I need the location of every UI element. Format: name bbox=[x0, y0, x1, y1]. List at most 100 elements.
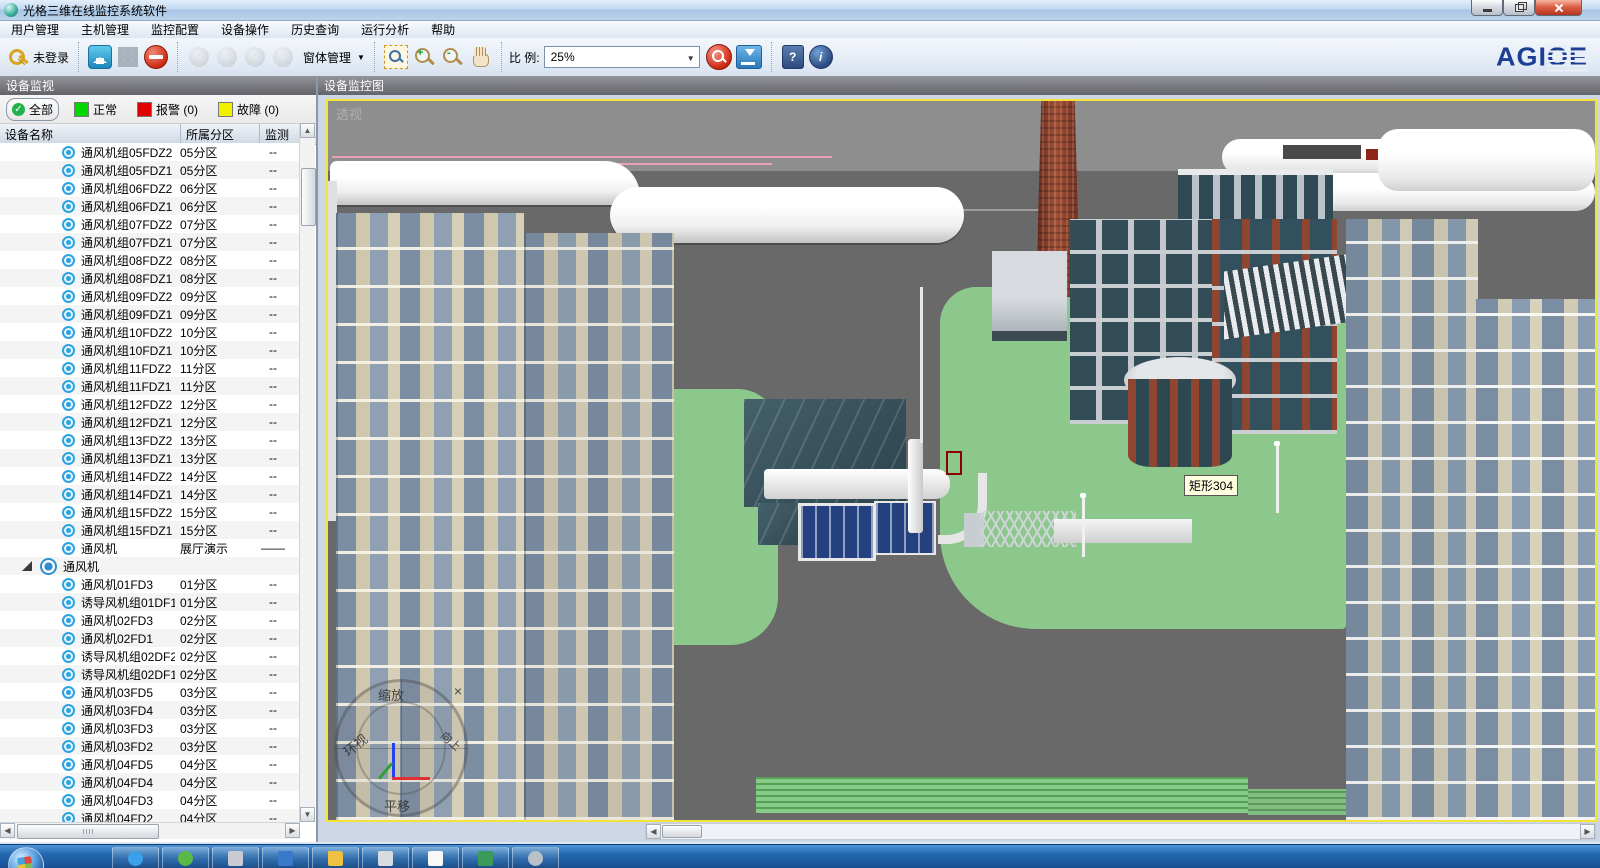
device-row[interactable]: 通风机组10FDZ110分区-- bbox=[0, 341, 300, 359]
device-row[interactable]: 通风机组09FDZ109分区-- bbox=[0, 305, 300, 323]
menu-item[interactable]: 帮助 bbox=[420, 20, 466, 39]
locate-button[interactable] bbox=[706, 43, 732, 71]
layout-button[interactable] bbox=[116, 43, 140, 71]
filter-status[interactable]: 正常 bbox=[69, 99, 122, 120]
taskbar-button-internet-explorer[interactable] bbox=[112, 847, 159, 868]
device-row[interactable]: 通风机组06FDZ106分区-- bbox=[0, 197, 300, 215]
scrollbar-thumb[interactable] bbox=[301, 168, 316, 226]
restore-button[interactable] bbox=[1503, 0, 1535, 16]
device-row[interactable]: 通风机组14FDZ114分区-- bbox=[0, 485, 300, 503]
device-row[interactable]: 通风机组11FDZ111分区-- bbox=[0, 377, 300, 395]
device-row[interactable]: 通风机组15FDZ215分区-- bbox=[0, 503, 300, 521]
device-row[interactable]: 通风机组07FDZ207分区-- bbox=[0, 215, 300, 233]
column-zone[interactable]: 所属分区 bbox=[181, 124, 260, 144]
help-button[interactable]: ? bbox=[781, 43, 805, 71]
device-row[interactable]: 通风机组08FDZ208分区-- bbox=[0, 251, 300, 269]
device-row[interactable]: 通风机组15FDZ115分区-- bbox=[0, 521, 300, 539]
device-group-row[interactable]: 通风机 bbox=[0, 557, 300, 575]
scroll-left-icon[interactable]: ◀ bbox=[646, 824, 661, 839]
disc-button[interactable] bbox=[215, 43, 239, 71]
device-row[interactable]: 通风机01FD301分区-- bbox=[0, 575, 300, 593]
nav-pan-label[interactable]: 平移 bbox=[384, 796, 410, 815]
stop-button[interactable] bbox=[144, 43, 168, 71]
scroll-up-icon[interactable]: ▲ bbox=[300, 123, 315, 138]
device-row[interactable]: 诱导风机组01DF101分区-- bbox=[0, 593, 300, 611]
horizontal-scrollbar[interactable]: ◀ ▶ bbox=[0, 822, 300, 839]
taskbar-button-calculator[interactable] bbox=[462, 847, 509, 868]
device-row[interactable]: 诱导风机组02DF202分区-- bbox=[0, 647, 300, 665]
login-button[interactable]: 未登录 bbox=[8, 43, 69, 71]
viewport-horizontal-scrollbar[interactable]: ◀ ▶ bbox=[645, 823, 1596, 840]
device-row[interactable]: 通风机04FD404分区-- bbox=[0, 773, 300, 791]
device-row[interactable]: 通风机组09FDZ209分区-- bbox=[0, 287, 300, 305]
device-row[interactable]: 通风机02FD302分区-- bbox=[0, 611, 300, 629]
pie-button[interactable] bbox=[271, 43, 295, 71]
taskbar-button-magnifier[interactable] bbox=[512, 847, 559, 868]
vertical-scrollbar[interactable]: ▲ ▼ bbox=[299, 123, 315, 822]
marquee-zoom-button[interactable] bbox=[384, 43, 408, 71]
taskbar-button-folder[interactable] bbox=[312, 847, 359, 868]
device-row[interactable]: 通风机02FD102分区-- bbox=[0, 629, 300, 647]
taskbar-button-gray-app[interactable] bbox=[212, 847, 259, 868]
filter-status[interactable]: 报警 (0) bbox=[132, 99, 203, 120]
device-row[interactable]: 通风机组13FDZ113分区-- bbox=[0, 449, 300, 467]
device-row[interactable]: 通风机组07FDZ107分区-- bbox=[0, 233, 300, 251]
export-button[interactable] bbox=[736, 43, 762, 71]
window-manage-dropdown[interactable]: 窗体管理 ▼ bbox=[303, 43, 365, 71]
device-row[interactable]: 通风机组10FDZ210分区-- bbox=[0, 323, 300, 341]
scene-3d[interactable]: 矩形304 缩放 × 环视 向上 平移 透视 bbox=[328, 101, 1595, 820]
menu-item[interactable]: 运行分析 bbox=[350, 20, 420, 39]
nav-close-icon[interactable]: × bbox=[454, 683, 462, 699]
column-status[interactable]: 监测 bbox=[260, 124, 301, 144]
navigation-compass[interactable]: 缩放 × 环视 向上 平移 bbox=[332, 677, 470, 819]
expander-icon[interactable] bbox=[22, 561, 32, 571]
taskbar-button-notepad[interactable] bbox=[412, 847, 459, 868]
fan-button[interactable] bbox=[187, 43, 211, 71]
scrollbar-thumb[interactable] bbox=[17, 824, 159, 839]
menu-item[interactable]: 历史查询 bbox=[280, 20, 350, 39]
eject-button[interactable] bbox=[243, 43, 267, 71]
device-row[interactable]: 通风机组11FDZ211分区-- bbox=[0, 359, 300, 377]
about-button[interactable]: i bbox=[809, 43, 833, 71]
taskbar-button-explorer-green[interactable] bbox=[162, 847, 209, 868]
device-row[interactable]: 通风机04FD304分区-- bbox=[0, 791, 300, 809]
menu-item[interactable]: 设备操作 bbox=[210, 20, 280, 39]
device-row[interactable]: 通风机04FD504分区-- bbox=[0, 755, 300, 773]
start-button[interactable] bbox=[8, 847, 44, 868]
scroll-left-icon[interactable]: ◀ bbox=[0, 823, 15, 838]
device-row[interactable]: 通风机03FD403分区-- bbox=[0, 701, 300, 719]
column-device-name[interactable]: 设备名称 bbox=[0, 124, 181, 144]
device-row[interactable]: 通风机03FD303分区-- bbox=[0, 719, 300, 737]
device-row[interactable]: 通风机组06FDZ206分区-- bbox=[0, 179, 300, 197]
scroll-right-icon[interactable]: ▶ bbox=[1580, 824, 1595, 839]
zoom-out-button[interactable]: - bbox=[440, 43, 464, 71]
device-row[interactable]: 通风机组08FDZ108分区-- bbox=[0, 269, 300, 287]
taskbar-button-window-app[interactable] bbox=[362, 847, 409, 868]
device-row[interactable]: 通风机04FD204分区-- bbox=[0, 809, 300, 822]
scale-combobox[interactable]: 25% ▼ bbox=[544, 46, 700, 68]
device-row[interactable]: 通风机组14FDZ214分区-- bbox=[0, 467, 300, 485]
menu-item[interactable]: 用户管理 bbox=[0, 20, 70, 39]
close-button[interactable] bbox=[1535, 0, 1582, 16]
minimize-button[interactable] bbox=[1471, 0, 1503, 16]
device-row[interactable]: 通风机03FD503分区-- bbox=[0, 683, 300, 701]
menu-item[interactable]: 监控配置 bbox=[140, 20, 210, 39]
menu-item[interactable]: 主机管理 bbox=[70, 20, 140, 39]
device-row[interactable]: 通风机组13FDZ213分区-- bbox=[0, 431, 300, 449]
home-button[interactable] bbox=[88, 43, 112, 71]
device-row[interactable]: 通风机组12FDZ112分区-- bbox=[0, 413, 300, 431]
filter-all[interactable]: ✓全部 bbox=[6, 98, 59, 121]
device-row[interactable]: 通风机组12FDZ212分区-- bbox=[0, 395, 300, 413]
scroll-down-icon[interactable]: ▼ bbox=[300, 807, 315, 822]
pan-button[interactable] bbox=[468, 43, 492, 71]
device-row[interactable]: 通风机组05FDZ105分区-- bbox=[0, 161, 300, 179]
nav-zoom-label[interactable]: 缩放 bbox=[378, 685, 404, 704]
device-row[interactable]: 通风机组05FDZ205分区-- bbox=[0, 143, 300, 161]
scrollbar-thumb[interactable] bbox=[662, 825, 702, 838]
filter-status[interactable]: 故障 (0) bbox=[213, 99, 284, 120]
taskbar-button-media-player[interactable] bbox=[262, 847, 309, 868]
device-row[interactable]: 通风机展厅演示—— bbox=[0, 539, 300, 557]
device-row[interactable]: 诱导风机组02DF102分区-- bbox=[0, 665, 300, 683]
device-row[interactable]: 通风机03FD203分区-- bbox=[0, 737, 300, 755]
scroll-right-icon[interactable]: ▶ bbox=[285, 823, 300, 838]
